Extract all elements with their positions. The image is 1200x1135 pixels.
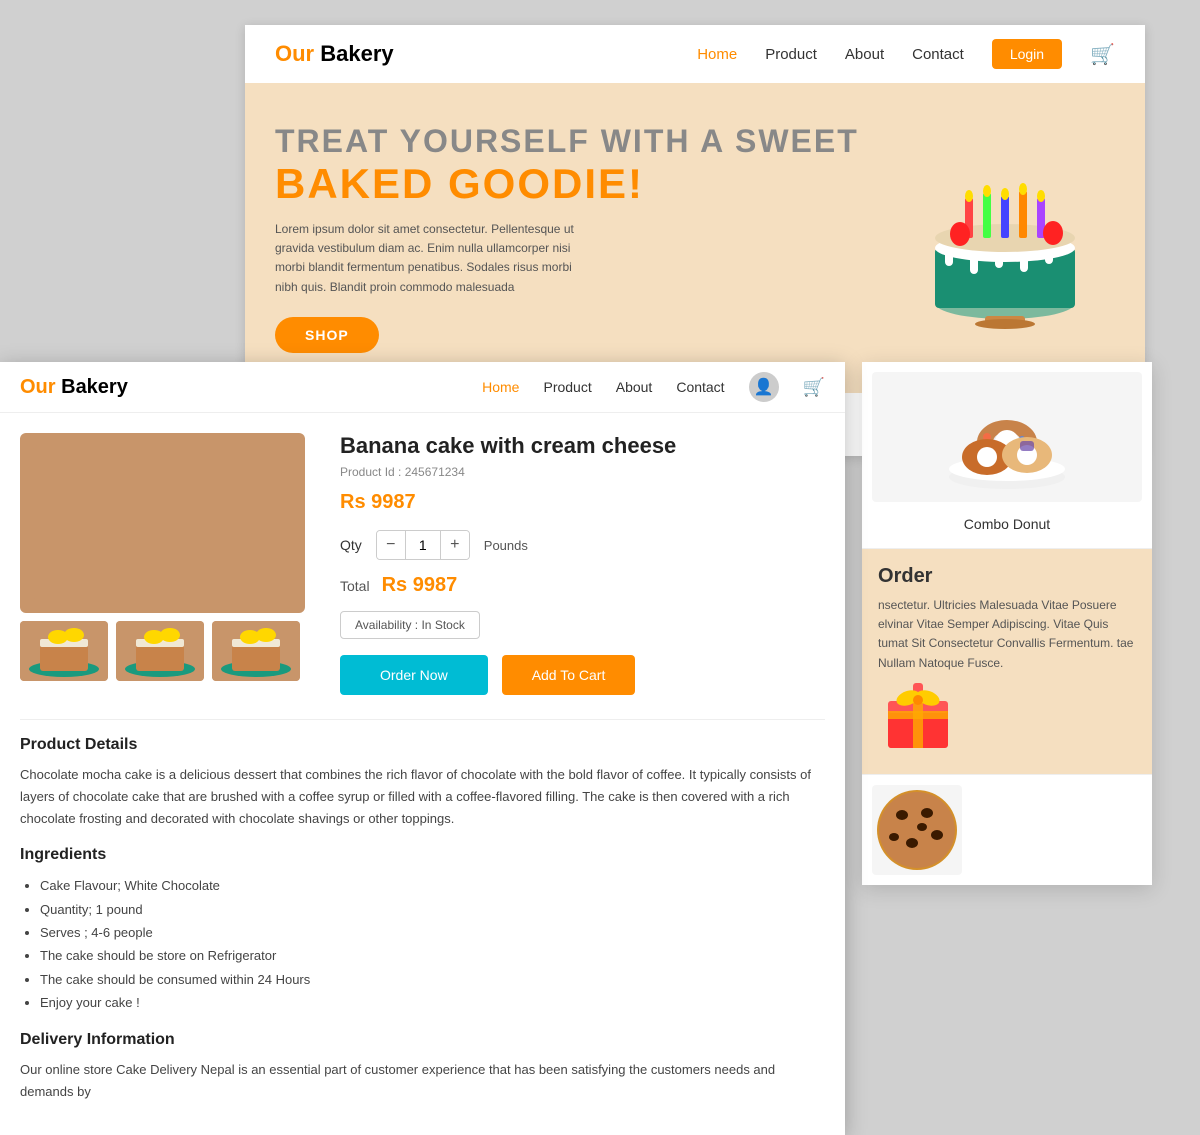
bg-nav-contact[interactable]: Contact [912, 46, 964, 63]
bg-nav: Home Product About Contact Login 🛒 [697, 39, 1115, 69]
order-cta-title-text: O [878, 565, 894, 587]
cookie-image-svg [872, 785, 962, 875]
availability-badge: Availability : In Stock [340, 611, 480, 639]
combo-donut-label: Combo Donut [872, 510, 1142, 538]
total-value: Rs 9987 [382, 574, 458, 597]
bg-logo-our: Our [275, 41, 314, 66]
order-cta-description: nsectetur. Ultricies Malesuada Vitae Pos… [878, 596, 1136, 673]
bg-nav-about[interactable]: About [845, 46, 884, 63]
fg-nav-home[interactable]: Home [482, 379, 519, 395]
order-cta-title: Order [878, 565, 1136, 588]
bg-login-button[interactable]: Login [992, 39, 1062, 69]
fg-nav-product[interactable]: Product [543, 379, 591, 395]
details-title: Product Details [20, 736, 825, 754]
order-cta-section: Order nsectetur. Ultricies Malesuada Vit… [862, 549, 1152, 774]
combo-donut-card: Combo Donut [862, 362, 1152, 549]
thumbnail-3[interactable] [212, 621, 300, 681]
bg-hero-line2: BAKED GOODIE! [275, 160, 859, 208]
qty-label: Qty [340, 537, 362, 553]
gift-box-icon [878, 673, 958, 753]
cookie-card [862, 774, 1152, 885]
delivery-text: Our online store Cake Delivery Nepal is … [20, 1059, 825, 1103]
foreground-page: Our Bakery Home Product About Contact 👤 … [0, 362, 845, 1135]
qty-value: 1 [405, 531, 441, 559]
ingredient-2: Quantity; 1 pound [40, 898, 825, 921]
product-section: Banana cake with cream cheese Product Id… [20, 433, 825, 695]
qty-decrease-button[interactable]: − [377, 531, 405, 559]
ingredient-1: Cake Flavour; White Chocolate [40, 874, 825, 897]
action-buttons: Order Now Add To Cart [340, 655, 825, 695]
product-title: Banana cake with cream cheese [340, 433, 825, 459]
fg-content: Banana cake with cream cheese Product Id… [0, 413, 845, 1135]
combo-donut-image [872, 372, 1142, 502]
product-price: Rs 9987 [340, 491, 825, 514]
fg-nav-about[interactable]: About [616, 379, 653, 395]
bg-shop-button[interactable]: SHOP [275, 317, 379, 353]
ingredient-5: The cake should be consumed within 24 Ho… [40, 968, 825, 991]
bg-hero: TREAT YOURSELF WITH A SWEET BAKED GOODIE… [245, 83, 1145, 393]
thumbnail-2[interactable] [116, 621, 204, 681]
bg-hero-cake [895, 138, 1115, 338]
order-now-button[interactable]: Order Now [340, 655, 488, 695]
bg-nav-product[interactable]: Product [765, 46, 817, 63]
product-info: Banana cake with cream cheese Product Id… [340, 433, 825, 695]
fg-logo-bakery: Bakery [56, 376, 128, 398]
bg-logo: Our Bakery [275, 41, 394, 67]
fg-cart-icon[interactable]: 🛒 [803, 377, 825, 398]
ingredients-list: Cake Flavour; White Chocolate Quantity; … [20, 874, 825, 1014]
thumbnail-1[interactable] [20, 621, 108, 681]
details-description: Chocolate mocha cake is a delicious dess… [20, 764, 825, 830]
bg-nav-home[interactable]: Home [697, 46, 737, 63]
fg-navbar: Our Bakery Home Product About Contact 👤 … [0, 362, 845, 413]
quantity-row: Qty − 1 + Pounds [340, 530, 825, 560]
cookie-image [872, 785, 962, 875]
product-id: Product Id : 245671234 [340, 465, 825, 479]
bg-logo-bakery: Bakery [314, 41, 394, 66]
avatar: 👤 [749, 372, 779, 402]
right-panel: Combo Donut Order nsectetur. Ultricies M… [862, 362, 1152, 885]
qty-increase-button[interactable]: + [441, 531, 469, 559]
bg-hero-text: TREAT YOURSELF WITH A SWEET BAKED GOODIE… [275, 123, 859, 353]
fg-nav: Home Product About Contact 👤 🛒 [482, 372, 825, 402]
product-details-section: Product Details Chocolate mocha cake is … [20, 719, 825, 1115]
total-label: Total [340, 578, 370, 594]
thumbnail-row [20, 621, 320, 681]
bg-navbar: Our Bakery Home Product About Contact Lo… [245, 25, 1145, 83]
delivery-title: Delivery Information [20, 1031, 825, 1049]
fg-nav-contact[interactable]: Contact [676, 379, 724, 395]
banana-cake-image [33, 438, 293, 608]
fg-logo-our: Our [20, 376, 56, 398]
quantity-controls: − 1 + [376, 530, 470, 560]
bg-hero-description: Lorem ipsum dolor sit amet consectetur. … [275, 220, 595, 297]
bg-cart-icon[interactable]: 🛒 [1090, 42, 1115, 67]
add-to-cart-button[interactable]: Add To Cart [502, 655, 636, 695]
fg-logo: Our Bakery [20, 376, 128, 399]
product-images [20, 433, 320, 695]
delivery-section: Delivery Information Our online store Ca… [20, 1031, 825, 1115]
bg-hero-line1: TREAT YOURSELF WITH A SWEET [275, 123, 859, 160]
ingredient-4: The cake should be store on Refrigerator [40, 944, 825, 967]
ingredient-3: Serves ; 4-6 people [40, 921, 825, 944]
total-row: Total Rs 9987 [340, 574, 825, 597]
unit-label: Pounds [484, 538, 528, 553]
ingredient-6: Enjoy your cake ! [40, 991, 825, 1014]
main-product-image [20, 433, 305, 613]
cake-illustration [905, 138, 1105, 338]
order-cta-title-rest: rder [894, 565, 933, 587]
ingredients-title: Ingredients [20, 846, 825, 864]
donut-image-svg [942, 377, 1072, 497]
